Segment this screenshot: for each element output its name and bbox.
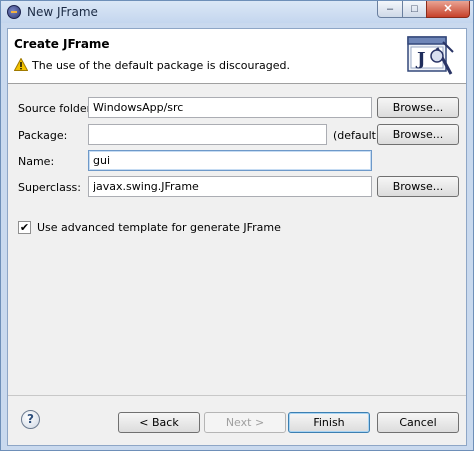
superclass-input[interactable] <box>88 176 372 197</box>
footer-separator <box>8 395 466 396</box>
close-button[interactable]: ✕ <box>426 1 470 18</box>
source-folder-label: Source folder: <box>18 102 95 115</box>
source-folder-input[interactable] <box>88 97 372 118</box>
advanced-template-checkbox[interactable]: ✔ <box>18 221 31 234</box>
title-bar[interactable]: New JFrame – □ ✕ <box>1 1 473 23</box>
window-title: New JFrame <box>27 5 98 19</box>
help-icon[interactable]: ? <box>21 410 40 429</box>
back-button[interactable]: < Back <box>118 412 200 433</box>
cancel-button[interactable]: Cancel <box>377 412 459 433</box>
next-button[interactable]: Next > <box>204 412 286 433</box>
maximize-button[interactable]: □ <box>402 1 427 18</box>
dialog-content: Create JFrame The use of the default pac… <box>7 28 467 446</box>
package-browse-button[interactable]: Browse... <box>377 124 459 145</box>
eclipse-icon <box>7 5 21 19</box>
package-label: Package: <box>18 129 68 142</box>
package-input[interactable] <box>88 124 327 145</box>
superclass-browse-button[interactable]: Browse... <box>377 176 459 197</box>
name-label: Name: <box>18 155 55 168</box>
dialog-window: New JFrame – □ ✕ Create JFrame The use o… <box>0 0 474 451</box>
minimize-button[interactable]: – <box>377 1 403 18</box>
wizard-header: Create JFrame The use of the default pac… <box>8 29 466 84</box>
finish-button[interactable]: Finish <box>288 412 370 433</box>
java-jframe-banner-icon: J <box>407 36 454 75</box>
advanced-template-label[interactable]: Use advanced template for generate JFram… <box>37 221 281 234</box>
warning-icon <box>14 58 28 71</box>
source-folder-browse-button[interactable]: Browse... <box>377 97 459 118</box>
page-title: Create JFrame <box>14 37 110 51</box>
superclass-label: Superclass: <box>18 181 81 194</box>
svg-text:J: J <box>415 49 426 70</box>
name-input[interactable] <box>88 150 372 171</box>
package-default-text: (default) <box>333 129 381 142</box>
warning-message: The use of the default package is discou… <box>32 59 291 72</box>
